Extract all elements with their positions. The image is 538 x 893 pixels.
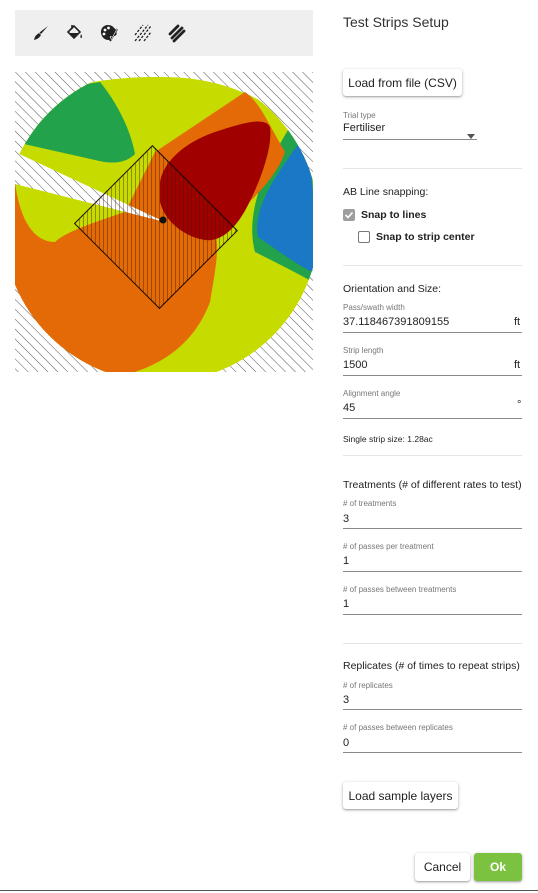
- length-label: Strip length: [343, 346, 384, 355]
- snap-center-checkbox[interactable]: [358, 231, 370, 243]
- field-map[interactable]: [15, 72, 313, 373]
- paint-bucket-icon[interactable]: [63, 21, 87, 45]
- length-input[interactable]: 1500: [343, 359, 367, 371]
- treatments-heading: Treatments (# of different rates to test…: [343, 479, 522, 491]
- angle-input[interactable]: 45: [343, 402, 355, 414]
- length-unit: ft: [514, 359, 521, 371]
- ok-button[interactable]: Ok: [474, 853, 522, 881]
- chevron-down-icon: [467, 126, 475, 144]
- load-sample-layers-button[interactable]: Load sample layers: [343, 782, 458, 809]
- angle-label: Alignment angle: [343, 389, 401, 398]
- panel-title: Test Strips Setup: [343, 14, 449, 30]
- treatments-count-input[interactable]: 3: [343, 513, 349, 525]
- snap-center-label: Snap to strip center: [376, 231, 475, 243]
- swath-unit: ft: [514, 316, 521, 328]
- divider: [343, 643, 522, 644]
- load-csv-button[interactable]: Load from file (CSV): [343, 69, 462, 96]
- brush-icon[interactable]: [29, 21, 53, 45]
- replicates-heading: Replicates (# of times to repeat strips): [343, 660, 520, 672]
- hatch-heavy-icon[interactable]: [165, 21, 189, 45]
- check-icon: [344, 211, 354, 219]
- replicates-count-label: # of replicates: [343, 681, 393, 690]
- passes-per-treatment-input[interactable]: 1: [343, 555, 349, 567]
- cancel-button[interactable]: Cancel: [415, 853, 470, 881]
- map-toolbar: [15, 10, 313, 56]
- palette-icon[interactable]: [97, 21, 121, 45]
- bottom-divider: [0, 890, 538, 891]
- trial-type-select[interactable]: Fertiliser: [343, 120, 477, 140]
- passes-per-treatment-label: # of passes per treatment: [343, 542, 434, 551]
- ab-line-heading: AB Line snapping:: [343, 186, 429, 198]
- swath-label: Pass/swath width: [343, 303, 405, 312]
- passes-between-treatments-label: # of passes between treatments: [343, 585, 457, 594]
- divider: [343, 168, 522, 169]
- treatments-count-label: # of treatments: [343, 499, 397, 508]
- trial-type-label: Trial type: [343, 111, 376, 120]
- orientation-heading: Orientation and Size:: [343, 283, 442, 295]
- divider: [343, 265, 522, 266]
- divider: [343, 455, 522, 456]
- angle-unit: °: [517, 399, 522, 411]
- trial-type-value: Fertiliser: [343, 122, 386, 134]
- ab-line-point[interactable]: [159, 216, 167, 224]
- snap-lines-label: Snap to lines: [361, 209, 427, 221]
- snap-lines-checkbox[interactable]: [343, 209, 355, 221]
- swath-input[interactable]: 37.118467391809155: [343, 316, 449, 328]
- strip-size-text: Single strip size: 1.28ac: [343, 434, 433, 444]
- hatch-light-icon[interactable]: [131, 21, 155, 45]
- replicates-count-input[interactable]: 3: [343, 694, 349, 706]
- passes-between-replicates-input[interactable]: 0: [343, 737, 349, 749]
- passes-between-treatments-input[interactable]: 1: [343, 598, 349, 610]
- passes-between-replicates-label: # of passes between replicates: [343, 723, 453, 732]
